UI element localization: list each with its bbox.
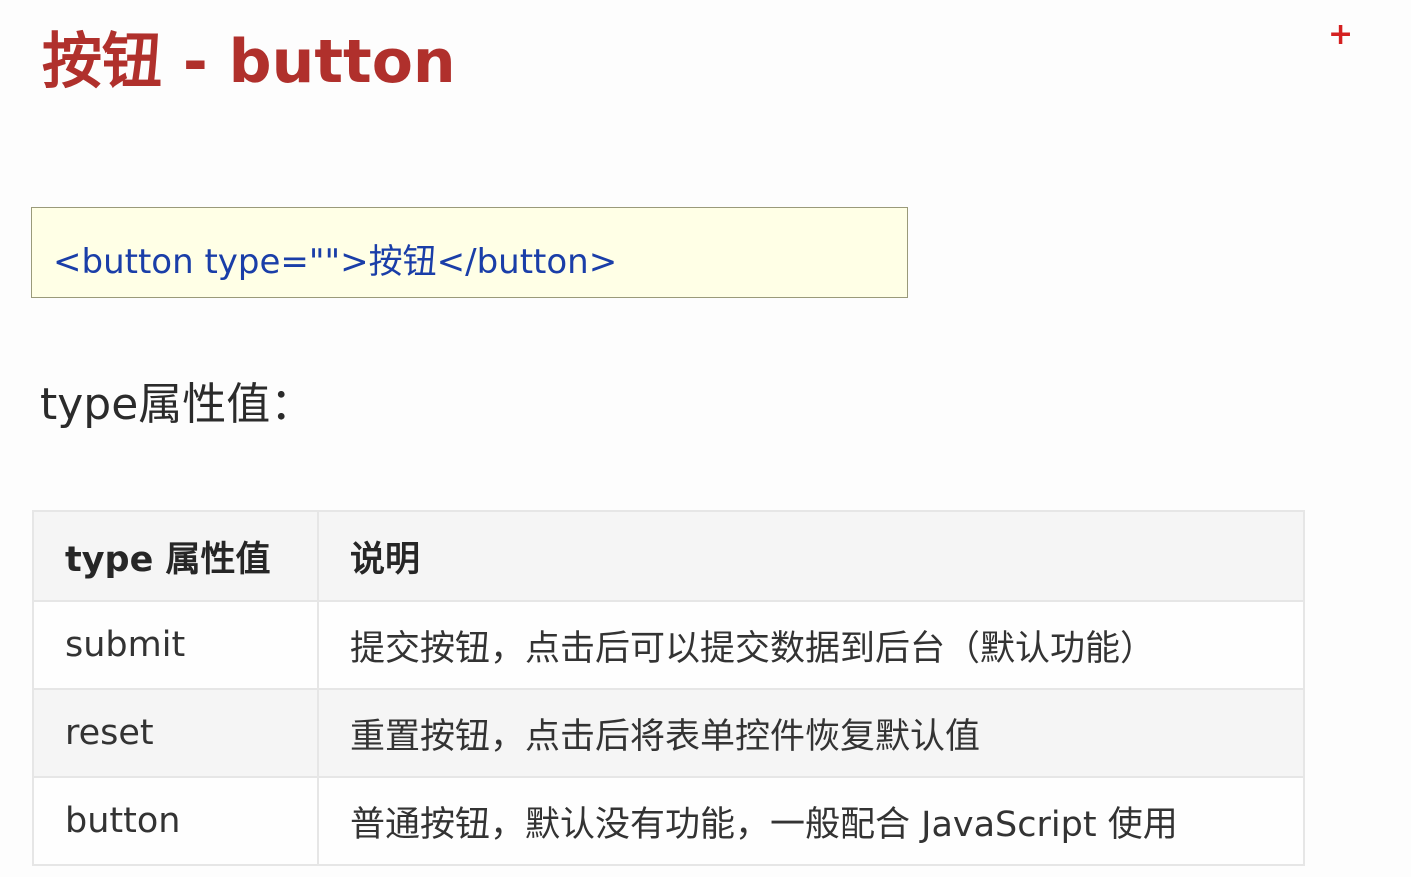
type-attribute-table: type 属性值 说明 submit 提交按钮，点击后可以提交数据到后台（默认功… <box>32 510 1305 866</box>
column-header-description: 说明 <box>317 510 1305 602</box>
description-cell: 普通按钮，默认没有功能，一般配合 JavaScript 使用 <box>317 776 1305 866</box>
table-header-row: type 属性值 说明 <box>32 510 1305 602</box>
description-cell: 重置按钮，点击后将表单控件恢复默认值 <box>317 688 1305 778</box>
type-value-cell: reset <box>32 688 319 778</box>
table-row: reset 重置按钮，点击后将表单控件恢复默认值 <box>32 688 1305 778</box>
code-snippet: <button type="">按钮</button> <box>53 242 618 282</box>
type-value-cell: button <box>32 776 319 866</box>
code-block: <button type="">按钮</button> <box>31 207 908 298</box>
type-value-cell: submit <box>32 600 319 690</box>
page-title: 按钮 - button <box>42 27 456 97</box>
table-row: submit 提交按钮，点击后可以提交数据到后台（默认功能） <box>32 600 1305 690</box>
column-header-type: type 属性值 <box>32 510 319 602</box>
plus-icon[interactable]: + <box>1328 20 1353 50</box>
table-row: button 普通按钮，默认没有功能，一般配合 JavaScript 使用 <box>32 776 1305 866</box>
section-heading: type属性值： <box>40 379 315 430</box>
description-cell: 提交按钮，点击后可以提交数据到后台（默认功能） <box>317 600 1305 690</box>
